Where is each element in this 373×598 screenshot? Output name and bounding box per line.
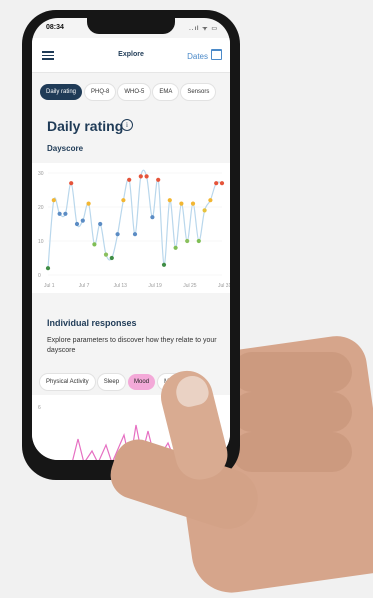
data-point [86, 201, 91, 206]
x-tick-label: Jul 7 [79, 283, 90, 289]
y-tick-label: 20 [38, 205, 44, 211]
data-point [202, 208, 207, 213]
tab-daily-rating[interactable]: Daily rating [40, 84, 83, 100]
chip-sleep[interactable]: Sleep [97, 374, 126, 390]
responses-title: Individual responses [47, 318, 137, 328]
data-point [69, 181, 74, 186]
data-point [103, 252, 109, 257]
data-point [214, 181, 219, 186]
y-tick-label: 0 [38, 273, 41, 279]
data-point [167, 198, 172, 203]
data-point [57, 211, 62, 216]
dates-button[interactable]: Dates [187, 49, 222, 61]
x-tick-label: Jul 13 [114, 283, 128, 289]
dates-label: Dates [187, 52, 208, 61]
section-subtitle: Dayscore [47, 144, 84, 153]
data-point [132, 232, 138, 237]
tab-sensors[interactable]: Sensors [181, 84, 216, 100]
data-point [74, 221, 80, 227]
mood-y-tick: 6 [38, 405, 41, 411]
data-point [98, 221, 103, 227]
data-point [144, 174, 149, 179]
chip-mood[interactable]: Mood [128, 374, 156, 390]
data-point [51, 198, 56, 203]
data-point [173, 245, 178, 250]
tab-bar: Daily rating PHQ-8 WHO-5 EMA Sensors [40, 80, 218, 100]
data-point [121, 198, 126, 203]
chip-physical-activity[interactable]: Physical Activity [40, 374, 95, 390]
hand-finger [232, 432, 352, 472]
status-time: 08:34 [46, 24, 64, 31]
section-title: Daily rating [47, 118, 124, 134]
data-point [161, 262, 167, 267]
data-point [115, 232, 120, 237]
hand-finger [232, 352, 352, 392]
calendar-icon [211, 49, 222, 60]
y-tick-label: 30 [38, 171, 44, 177]
x-tick-label: Jul 25 [183, 283, 197, 289]
data-point [109, 255, 114, 261]
data-point [45, 266, 51, 271]
data-point [80, 218, 85, 223]
data-point [219, 181, 225, 186]
tab-who5[interactable]: WHO-5 [118, 84, 151, 100]
x-tick-label: Jul 19 [148, 283, 162, 289]
x-tick-label: Jul 31 [218, 283, 230, 289]
dayscore-line [47, 169, 223, 269]
data-point [92, 242, 97, 247]
top-bar: Explore Dates [32, 38, 230, 73]
y-tick-label: 10 [38, 239, 44, 245]
tab-phq8[interactable]: PHQ-8 [85, 84, 116, 100]
data-point [190, 201, 196, 206]
tab-ema[interactable]: EMA [153, 84, 179, 100]
data-point [179, 201, 184, 206]
x-tick-label: Jul 1 [44, 283, 55, 289]
data-point [63, 211, 68, 216]
status-icons: ..ıl ᯤ ▭ [189, 26, 218, 32]
responses-description: Explore parameters to discover how they … [47, 337, 217, 354]
dayscore-chart-card: 30 20 10 0 Jul 1 Jul 7 Jul 13 Jul 19 Jul 25 Jul 3… [32, 163, 230, 293]
notch [87, 18, 175, 34]
data-point [185, 238, 190, 244]
data-point [196, 238, 201, 244]
data-point [138, 174, 143, 179]
data-point [127, 177, 132, 182]
dayscore-chart: 30 20 10 0Jul 1 Jul 7 Jul 13 Jul 19 Jul 25 Jul 3… [38, 169, 230, 289]
hand-finger [232, 392, 352, 432]
data-point [208, 198, 213, 203]
data-point [156, 177, 161, 182]
data-point [150, 215, 155, 220]
info-icon[interactable]: i [121, 119, 133, 131]
